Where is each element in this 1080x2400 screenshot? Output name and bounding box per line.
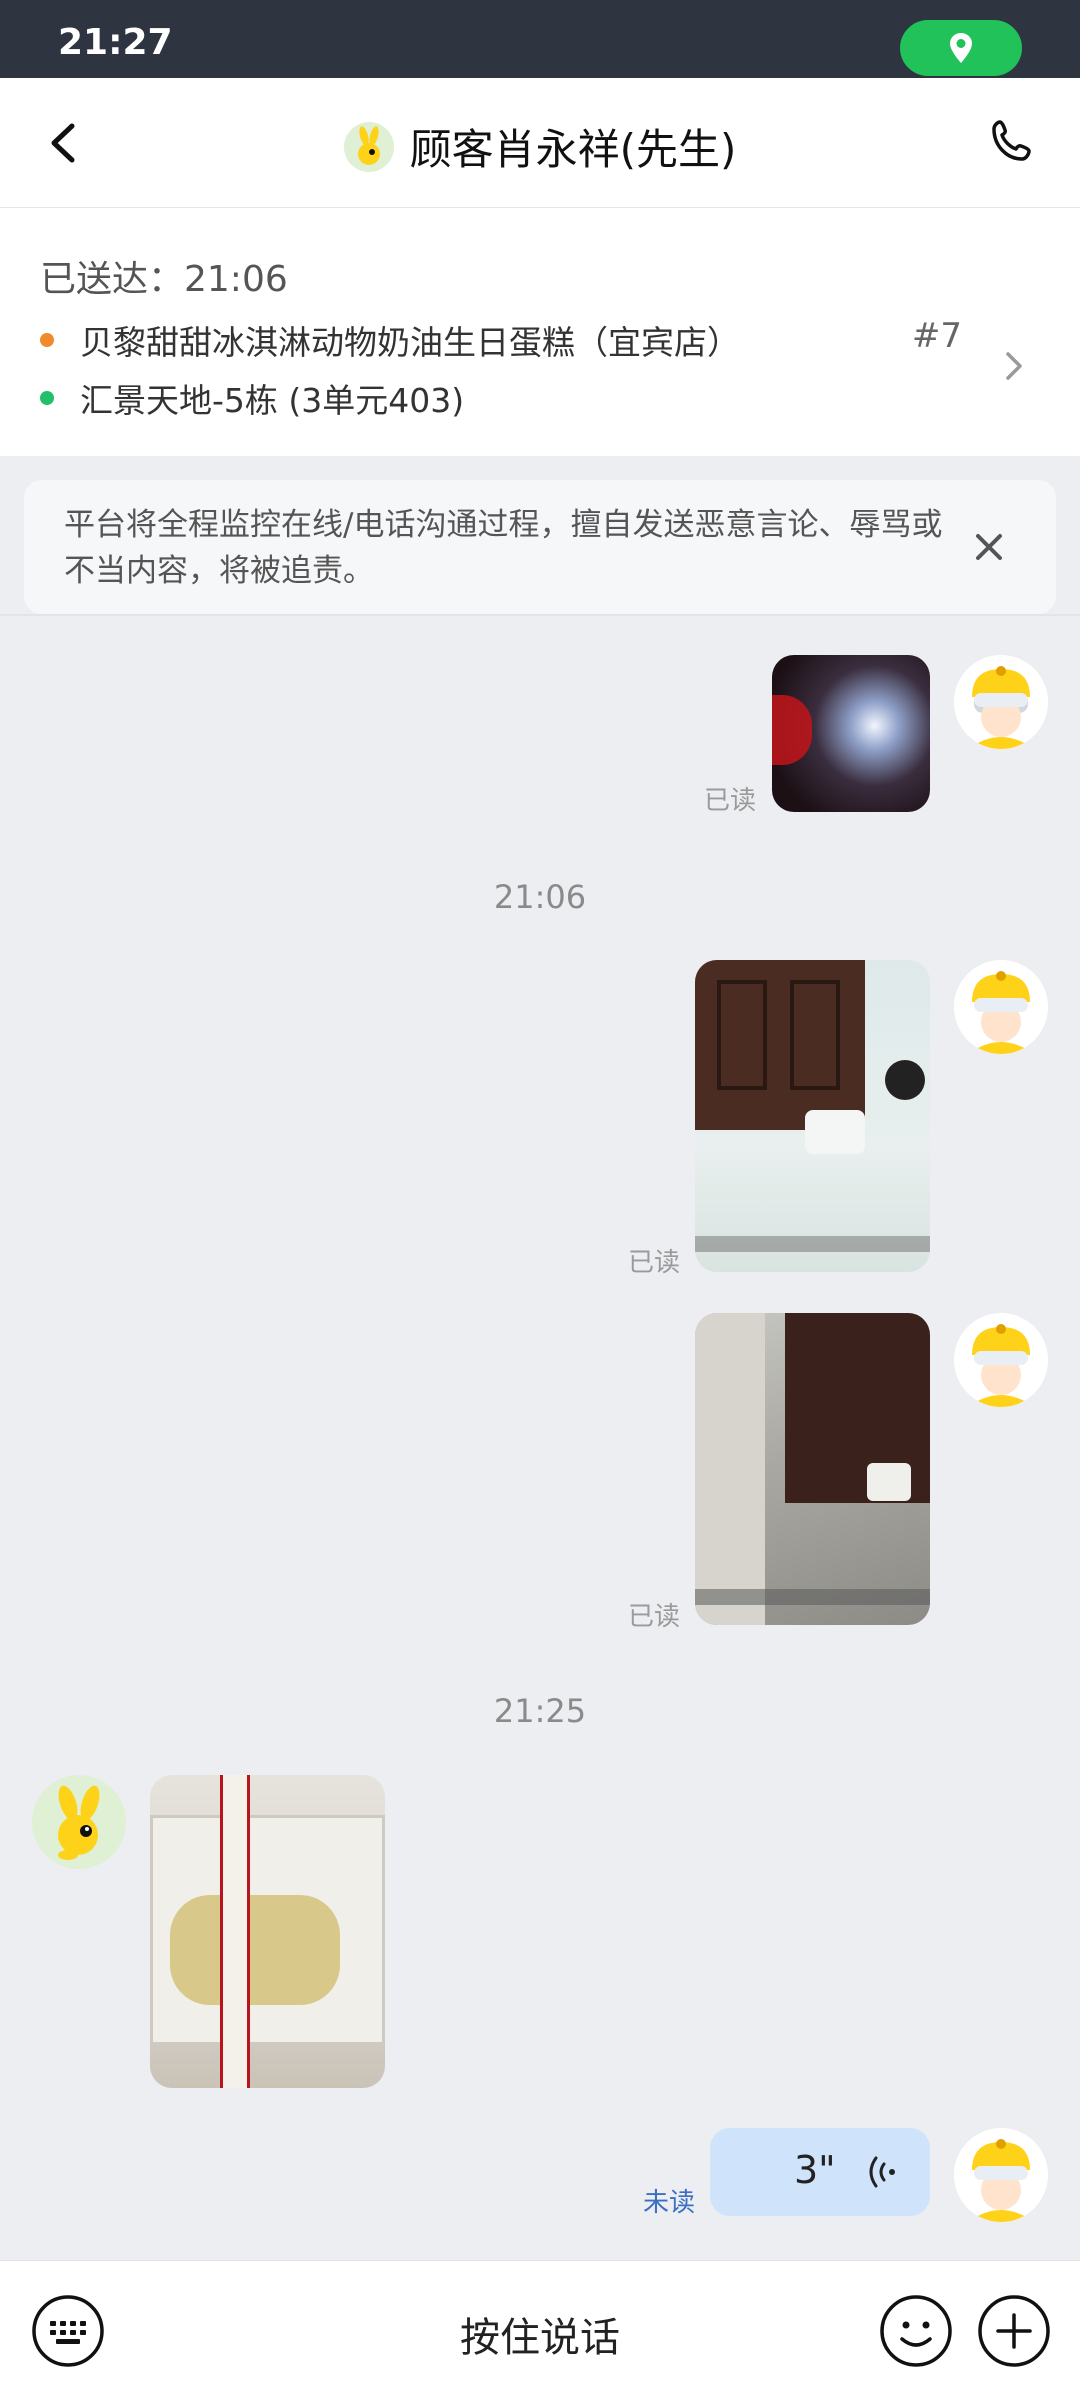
plus-icon[interactable]	[976, 2293, 1052, 2369]
time-separator: 21:06	[493, 878, 587, 916]
image-package	[805, 1110, 865, 1154]
location-pin-icon	[950, 33, 972, 63]
customer-avatar[interactable]	[32, 1775, 126, 1869]
voice-message[interactable]: 3"	[710, 2128, 930, 2216]
image-cake	[170, 1895, 340, 2005]
page-title: 顾客肖永祥(先生)	[409, 125, 737, 174]
store-name: 贝黎甜甜冰淇淋动物奶油生日蛋糕（宜宾店）	[80, 323, 740, 362]
courier-avatar[interactable]	[954, 1313, 1048, 1407]
kangaroo-mascot-icon	[343, 121, 394, 172]
image-message[interactable]	[695, 1313, 930, 1625]
address-line: 汇景天地-5栋 (3单元403)	[40, 374, 464, 422]
courier-avatar[interactable]	[954, 2128, 1048, 2222]
kangaroo-mascot-icon	[32, 1775, 126, 1869]
image-door	[695, 960, 865, 1130]
chevron-right-icon[interactable]	[1000, 348, 1028, 384]
status-bar: 21:27	[0, 0, 1080, 78]
courier-avatar-icon	[954, 960, 1048, 1054]
voice-duration: 3"	[794, 2148, 836, 2192]
input-bar: 按住说话	[0, 2260, 1080, 2400]
store-line: 贝黎甜甜冰淇淋动物奶油生日蛋糕（宜宾店）	[40, 316, 740, 364]
emoji-icon[interactable]	[878, 2293, 954, 2369]
notice-divider	[0, 614, 1080, 616]
image-wall	[695, 1313, 765, 1625]
delivered-time: 已送达：21:06	[40, 259, 288, 300]
image-message[interactable]	[150, 1775, 385, 2088]
phone-call-icon[interactable]	[986, 116, 1040, 170]
status-time: 21:27	[58, 22, 173, 63]
notice-text: 平台将全程监控在线/电话沟通过程，擅自发送恶意言论、辱骂或不当内容，将被追责。	[64, 507, 943, 589]
time-separator: 21:25	[493, 1692, 587, 1730]
image-package	[867, 1463, 911, 1501]
chat-header: 顾客肖永祥(先生)	[0, 78, 1080, 208]
read-status: 已读	[628, 1602, 681, 1632]
courier-avatar[interactable]	[954, 655, 1048, 749]
courier-avatar-icon	[954, 1313, 1048, 1407]
address-dot-icon	[40, 391, 54, 405]
delivery-address: 汇景天地-5栋 (3单元403)	[80, 381, 465, 420]
image-message[interactable]	[772, 655, 930, 812]
image-watermark	[695, 1236, 930, 1252]
location-indicator[interactable]	[900, 20, 1022, 76]
order-number: #7	[911, 316, 962, 356]
order-info-card[interactable]: 已送达：21:06 贝黎甜甜冰淇淋动物奶油生日蛋糕（宜宾店） 汇景天地-5栋 (…	[0, 208, 1080, 456]
image-watermark	[695, 1589, 930, 1605]
header-title-group: 顾客肖永祥(先生)	[0, 116, 1080, 177]
image-helmet	[885, 1060, 925, 1100]
monitoring-notice: 平台将全程监控在线/电话沟通过程，擅自发送恶意言论、辱骂或不当内容，将被追责。	[24, 480, 1056, 614]
courier-avatar-icon	[954, 2128, 1048, 2222]
courier-avatar-icon	[954, 655, 1048, 749]
read-status: 已读	[628, 1248, 681, 1278]
read-status: 已读	[704, 786, 757, 816]
customer-avatar-small	[343, 121, 394, 172]
unread-status: 未读	[643, 2188, 696, 2218]
image-message[interactable]	[695, 960, 930, 1272]
image-ribbon	[220, 1775, 250, 2088]
store-dot-icon	[40, 333, 54, 347]
image-red-blur	[772, 695, 812, 765]
courier-avatar[interactable]	[954, 960, 1048, 1054]
close-icon[interactable]	[972, 530, 1006, 564]
voice-wave-icon	[869, 2156, 895, 2188]
